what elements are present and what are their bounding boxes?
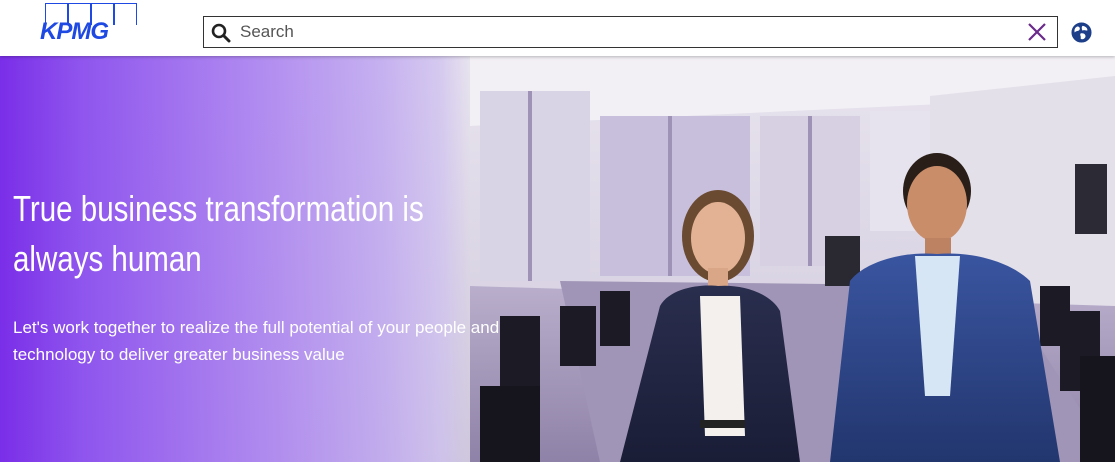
logo-text: KPMG (40, 18, 109, 45)
close-icon[interactable] (1027, 22, 1047, 42)
site-header: KPMG (0, 0, 1115, 56)
search-bar[interactable] (203, 16, 1058, 48)
hero-subtitle: Let's work together to realize the full … (13, 318, 500, 364)
kpmg-logo[interactable]: KPMG (40, 3, 142, 45)
hero-banner: True business transformation is always h… (0, 56, 1115, 462)
globe-icon[interactable] (1071, 22, 1092, 43)
hero-title: True business transformation is always h… (13, 188, 424, 279)
search-input[interactable] (240, 17, 1010, 47)
search-icon[interactable] (211, 23, 231, 43)
